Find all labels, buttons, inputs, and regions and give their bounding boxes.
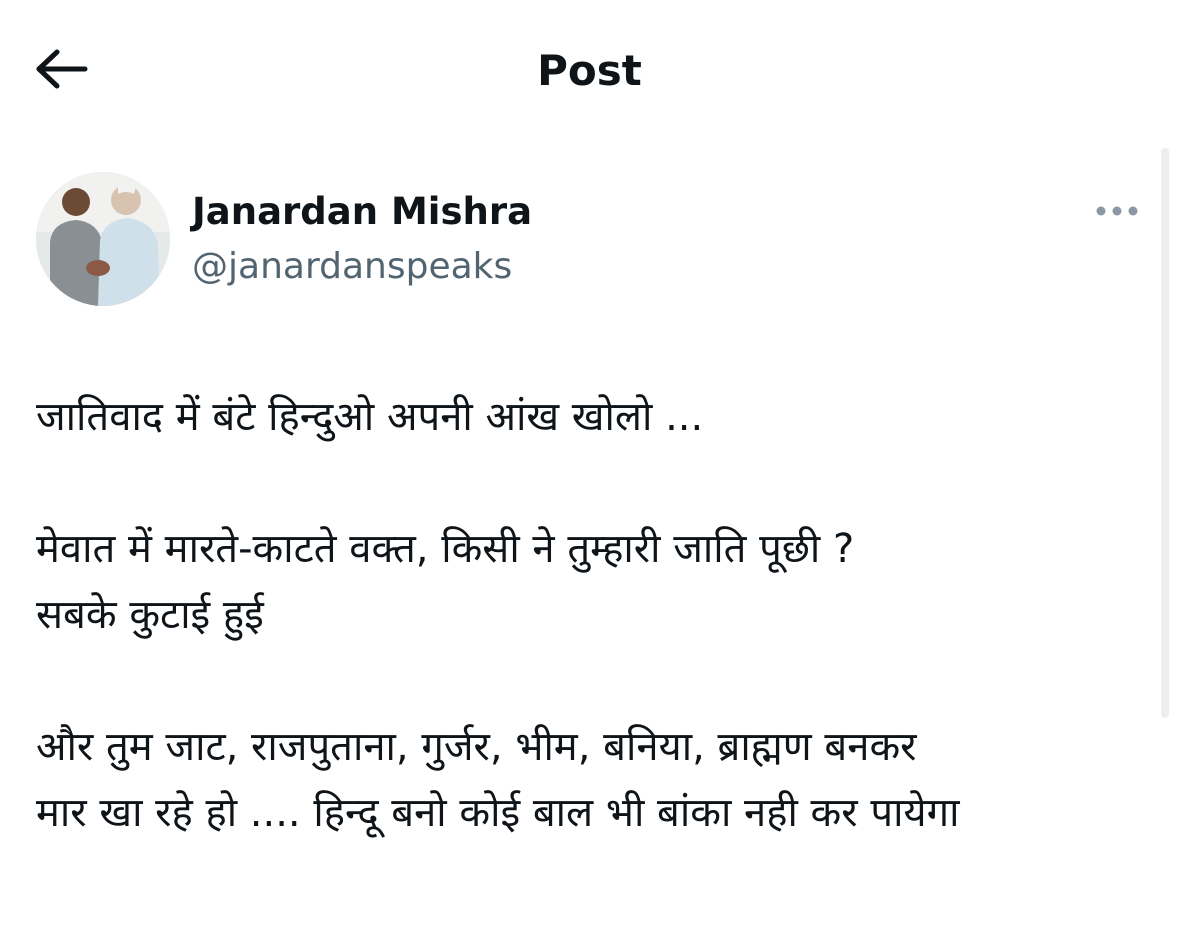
post-line: जातिवाद में बंटे हिन्दुओ अपनी आंख खोलो .… [36,394,704,440]
arrow-left-icon [33,49,89,93]
author-name[interactable]: Janardan Mishra [192,186,532,238]
author-handle[interactable]: @janardanspeaks [192,242,512,292]
post-line: और तुम जाट, राजपुताना, गुर्जर, भीम, बनिय… [36,724,917,770]
more-button[interactable] [1090,192,1144,232]
profile-photo [36,172,170,306]
more-horizontal-icon [1093,203,1141,222]
post-line: सबके कुटाई हुई [36,592,264,638]
scrollbar[interactable] [1161,148,1169,718]
page-title: Post [537,46,642,95]
post-line: मार खा रहे हो .... हिन्दू बनो कोई बाल भी… [36,790,960,836]
top-bar: Post [0,0,1179,140]
avatar[interactable] [36,172,170,306]
post-line: मेवात में मारते-काटते वक्त, किसी ने तुम्… [36,526,855,572]
post-body: जातिवाद में बंटे हिन्दुओ अपनी आंख खोलो .… [36,384,1156,846]
back-button[interactable] [28,40,94,102]
